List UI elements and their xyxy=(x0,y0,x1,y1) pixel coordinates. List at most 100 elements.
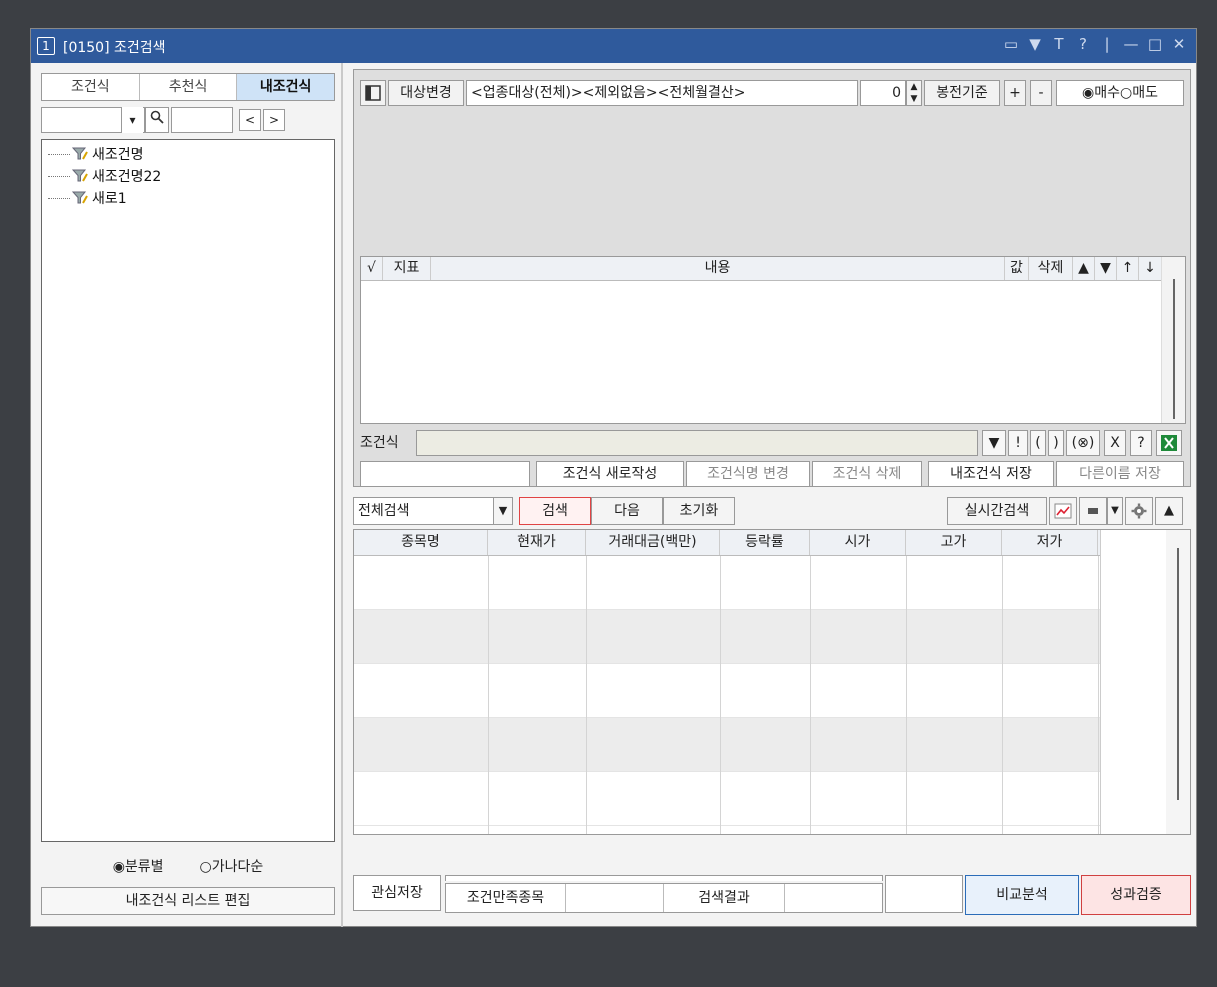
chart-icon[interactable] xyxy=(1049,497,1077,525)
pin-icon[interactable]: ▼ xyxy=(1026,35,1044,53)
radio-label: 가나다순 xyxy=(211,859,264,875)
change-target-button[interactable]: 대상변경 xyxy=(388,80,464,106)
compare-analysis-button[interactable]: 비교분석 xyxy=(965,875,1079,915)
search-icon[interactable] xyxy=(145,107,169,133)
move-down-button[interactable]: ↓ xyxy=(1139,257,1161,280)
clear-button[interactable]: X xyxy=(1104,430,1126,456)
condition-tree[interactable]: 새조건명 새조건명22 새로1 xyxy=(41,139,335,842)
search-button[interactable]: 검색 xyxy=(519,497,591,525)
help-icon[interactable]: ? xyxy=(1074,35,1092,53)
dropdown-button[interactable]: ▾ xyxy=(121,107,143,133)
col-check[interactable]: √ xyxy=(361,257,383,280)
result-grid-body xyxy=(354,556,1100,834)
table-row[interactable] xyxy=(354,772,1100,826)
close-icon[interactable]: ✕ xyxy=(1170,35,1188,53)
search-scope-select[interactable]: 전체검색 xyxy=(353,497,513,525)
tree-item[interactable]: 새조건명22 xyxy=(48,166,161,186)
condition-table-scrollbar[interactable] xyxy=(1161,257,1185,423)
radio-alphabetical[interactable]: ○가나다순 xyxy=(200,856,264,876)
tree-item-label: 새조건명22 xyxy=(92,169,162,185)
result-label: 검색결과 xyxy=(698,890,750,906)
result-grid-scrollbar[interactable] xyxy=(1166,530,1190,834)
move-bottom-button[interactable]: ▼ xyxy=(1095,257,1117,280)
watchlist-save-button[interactable]: 관심저장 xyxy=(353,875,441,911)
buy-radio[interactable]: ◉매수 xyxy=(1082,85,1120,101)
tree-item[interactable]: 새조건명 xyxy=(48,144,144,164)
collapse-icon[interactable]: ▲ xyxy=(1155,497,1183,525)
right-panel: 대상변경 <업종대상(전체)><제외없음><전체월결산> 0 ▲ ▼ 봉전기준 +… xyxy=(353,69,1193,921)
move-top-button[interactable]: ▲ xyxy=(1073,257,1095,280)
open-paren-button[interactable]: ( xyxy=(1030,430,1046,456)
col-trade-value[interactable]: 거래대금(백만) xyxy=(586,530,720,555)
scrollbar-thumb[interactable] xyxy=(1173,279,1175,419)
remove-paren-button[interactable]: (⊗) xyxy=(1066,430,1100,456)
plus-button[interactable]: + xyxy=(1004,80,1026,106)
table-row[interactable] xyxy=(354,718,1100,772)
list-icon[interactable] xyxy=(1079,497,1107,525)
tab-condition[interactable]: 조건식 xyxy=(42,74,140,100)
expression-input[interactable] xyxy=(416,430,978,456)
chevron-down-icon[interactable]: ▼ xyxy=(493,497,513,525)
new-condition-button[interactable]: 조건식 새로작성 xyxy=(536,461,684,487)
gear-icon[interactable] xyxy=(1125,497,1153,525)
search-input[interactable] xyxy=(171,107,233,133)
maximize-icon[interactable]: □ xyxy=(1146,35,1164,53)
candle-count-input[interactable]: 0 xyxy=(860,80,906,106)
col-low[interactable]: 저가 xyxy=(1002,530,1098,555)
tab-my-condition[interactable]: 내조건식 xyxy=(237,74,335,100)
table-row[interactable] xyxy=(354,664,1100,718)
col-current-price[interactable]: 현재가 xyxy=(488,530,586,555)
font-icon[interactable]: T xyxy=(1050,35,1068,53)
tree-item[interactable]: 새로1 xyxy=(48,188,127,208)
next-button[interactable]: > xyxy=(263,109,285,131)
expression-dropdown-button[interactable]: ▼ xyxy=(982,430,1006,456)
column-line xyxy=(488,556,489,834)
save-as-button[interactable]: 다른이름 저장 xyxy=(1056,461,1184,487)
rename-condition-button[interactable]: 조건식명 변경 xyxy=(686,461,810,487)
realtime-search-button[interactable]: 실시간검색 xyxy=(947,497,1047,525)
window-titlebar[interactable]: 1 [0150] 조건검색 ▭ ▼ T ? | — □ ✕ xyxy=(31,29,1196,63)
expression-help-button[interactable]: ? xyxy=(1130,430,1152,456)
performance-verify-button[interactable]: 성과검증 xyxy=(1081,875,1191,915)
restore-layout-icon[interactable]: ▭ xyxy=(1002,35,1020,53)
target-summary: <업종대상(전체)><제외없음><전체월결산> xyxy=(466,80,858,106)
tree-item-label: 새조건명 xyxy=(92,147,144,163)
table-row[interactable] xyxy=(354,610,1100,664)
col-open[interactable]: 시가 xyxy=(810,530,906,555)
prev-button[interactable]: < xyxy=(239,109,261,131)
blank-cell xyxy=(885,875,963,913)
edit-list-button[interactable]: 내조건식 리스트 편집 xyxy=(41,887,335,915)
save-my-condition-button[interactable]: 내조건식 저장 xyxy=(928,461,1054,487)
excel-icon[interactable] xyxy=(1156,430,1182,456)
scrollbar-thumb[interactable] xyxy=(1177,548,1179,800)
reset-button[interactable]: 초기화 xyxy=(663,497,735,525)
minimize-icon[interactable]: — xyxy=(1122,35,1140,53)
expression-label: 조건식 xyxy=(360,435,399,451)
column-line xyxy=(906,556,907,834)
next-page-button[interactable]: 다음 xyxy=(591,497,663,525)
col-change-rate[interactable]: 등락률 xyxy=(720,530,810,555)
panel-toggle-icon[interactable] xyxy=(360,80,386,106)
col-high[interactable]: 고가 xyxy=(906,530,1002,555)
save-row: 조건식 새로작성 조건식명 변경 조건식 삭제 내조건식 저장 다른이름 저장 xyxy=(360,461,1186,487)
col-stock-name[interactable]: 종목명 xyxy=(354,530,488,555)
not-button[interactable]: ! xyxy=(1008,430,1028,456)
condition-table-header: √ 지표 내용 값 삭제 ▲ ▼ ↑ ↓ xyxy=(361,257,1161,281)
filter-icon xyxy=(71,169,88,183)
tab-recommended[interactable]: 추천식 xyxy=(140,74,238,100)
radio-by-category[interactable]: ◉분류별 xyxy=(113,856,164,876)
filter-icon xyxy=(71,147,88,161)
spin-stepper[interactable]: ▲ ▼ xyxy=(906,80,922,106)
panel-divider[interactable] xyxy=(341,63,343,927)
chevron-down-icon[interactable]: ▼ xyxy=(1107,497,1123,525)
minus-button[interactable]: - xyxy=(1030,80,1052,106)
col-value: 값 xyxy=(1005,257,1029,280)
sell-radio[interactable]: ○매도 xyxy=(1120,85,1158,101)
condition-name-input[interactable] xyxy=(360,461,530,487)
close-paren-button[interactable]: ) xyxy=(1048,430,1064,456)
move-up-button[interactable]: ↑ xyxy=(1117,257,1139,280)
column-line xyxy=(586,556,587,834)
delete-condition-button[interactable]: 조건식 삭제 xyxy=(812,461,922,487)
table-row[interactable] xyxy=(354,556,1100,610)
satisfied-label: 조건만족종목 xyxy=(446,884,566,912)
